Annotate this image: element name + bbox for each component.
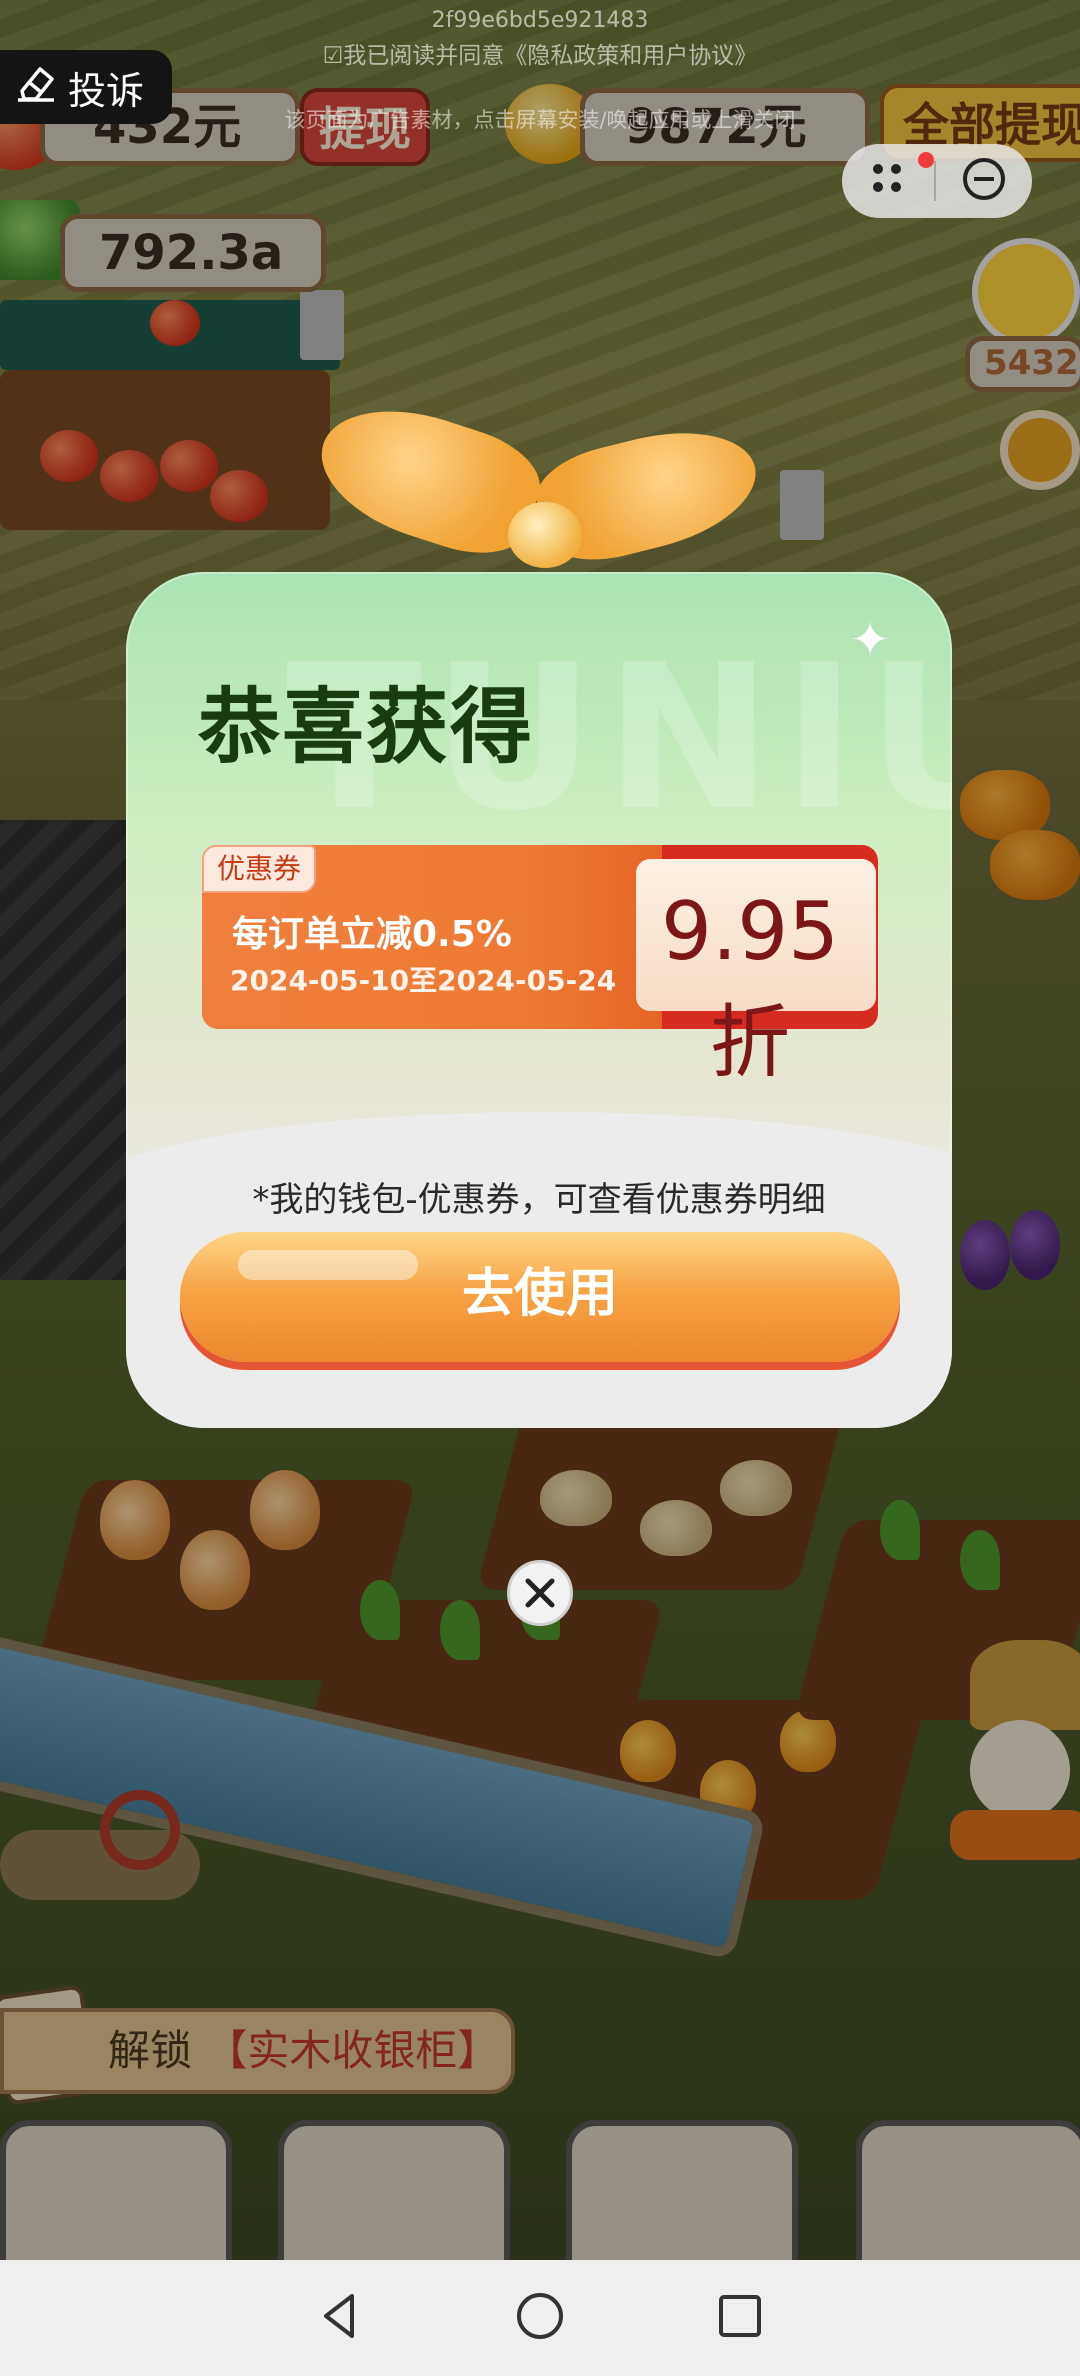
- use-coupon-label: 去使用: [461, 1264, 618, 1324]
- mini-program-capsule[interactable]: [842, 144, 1032, 218]
- close-dialog-button[interactable]: [507, 1560, 573, 1626]
- complain-label: 投诉: [68, 68, 145, 113]
- capsule-divider: [934, 161, 936, 201]
- wallet-tip: *我的钱包-优惠券，可查看优惠券明细: [252, 1180, 826, 1220]
- ribbon-bow-icon: [304, 386, 769, 588]
- close-icon: [525, 1578, 555, 1608]
- coupon-date-range: 2024-05-10至2024-05-24: [230, 964, 617, 997]
- sparkle-icon: ✦: [850, 612, 891, 668]
- ad-id: 2f99e6bd5e921483: [431, 8, 649, 33]
- coupon-discount-value: 9.95折: [660, 885, 840, 1089]
- recents-icon[interactable]: [712, 2288, 768, 2348]
- coupon-description: 每订单立减0.5%: [232, 914, 512, 955]
- button-shine: [238, 1250, 418, 1280]
- complain-button[interactable]: 投诉: [0, 50, 172, 124]
- use-coupon-button[interactable]: 去使用: [180, 1232, 900, 1362]
- system-nav-bar: [0, 2260, 1080, 2376]
- coupon-card[interactable]: 优惠券 每订单立减0.5% 2024-05-10至2024-05-24 9.95…: [202, 845, 878, 1089]
- more-dots-icon[interactable]: [866, 157, 910, 205]
- back-icon[interactable]: [312, 2288, 368, 2348]
- pencil-eraser-icon: [14, 61, 58, 114]
- minimize-icon[interactable]: [960, 155, 1008, 207]
- dialog-title: 恭喜获得: [198, 680, 535, 775]
- notification-dot: [918, 152, 934, 168]
- ribbon-knot: [508, 502, 582, 568]
- home-icon[interactable]: [512, 2288, 568, 2348]
- coupon-badge: 优惠券: [202, 845, 316, 893]
